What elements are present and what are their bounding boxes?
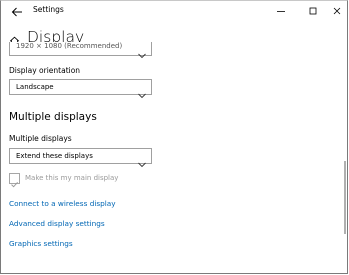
maximize-icon[interactable]: [305, 3, 321, 19]
resolution-dropdown[interactable]: 1920 × 1080 (Recommended): [9, 42, 152, 59]
title-bar: Settings: [1, 1, 347, 21]
minimize-icon[interactable]: [273, 3, 289, 19]
resolution-value: 1920 × 1080 (Recommended): [16, 42, 123, 50]
chevron-down-icon: [138, 84, 146, 99]
chevron-down-icon: [138, 153, 146, 168]
back-arrow-icon[interactable]: [10, 4, 24, 18]
graphics-settings-link[interactable]: Graphics settings: [9, 239, 73, 248]
chevron-down-icon: [138, 44, 146, 59]
checkmark-icon: [11, 181, 18, 188]
main-display-checkbox[interactable]: [9, 173, 20, 188]
multiple-displays-value: Extend these displays: [16, 152, 93, 160]
orientation-dropdown[interactable]: Landscape: [9, 79, 152, 99]
connect-wireless-display-link[interactable]: Connect to a wireless display: [9, 199, 116, 208]
multiple-displays-heading: Multiple displays: [9, 111, 97, 123]
multiple-displays-label: Multiple displays: [9, 134, 72, 143]
orientation-value: Landscape: [16, 83, 54, 91]
settings-window: Settings Display 1920 × 1080 (Recommende…: [0, 0, 348, 274]
multiple-displays-dropdown[interactable]: Extend these displays: [9, 148, 152, 168]
advanced-display-settings-link[interactable]: Advanced display settings: [9, 219, 105, 228]
main-display-checkbox-label: Make this my main display: [25, 174, 119, 182]
window-title: Settings: [33, 5, 64, 14]
close-icon[interactable]: [329, 3, 345, 19]
scrollbar[interactable]: [344, 161, 346, 234]
orientation-label: Display orientation: [9, 66, 81, 75]
